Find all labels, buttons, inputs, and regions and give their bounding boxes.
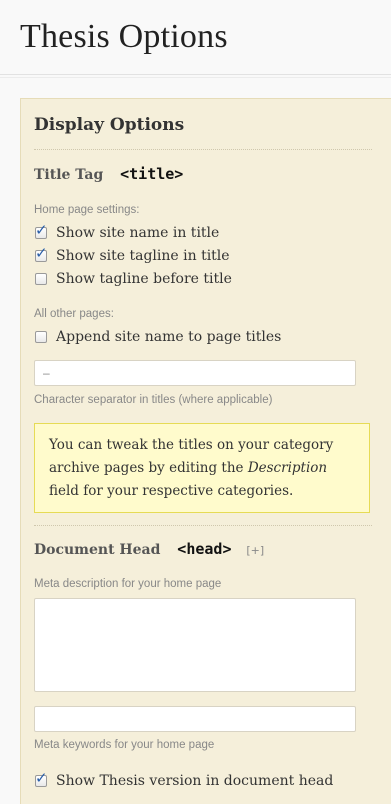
tagline-before-title-checkbox[interactable] xyxy=(35,273,47,285)
section-divider xyxy=(34,525,372,526)
append-site-name-checkbox[interactable] xyxy=(35,331,47,343)
checkmark-icon: ✓ xyxy=(35,769,48,787)
page-title: Thesis Options xyxy=(20,18,228,55)
document-head-heading: Document Head <head> [+] xyxy=(34,540,264,558)
home-page-settings-label: Home page settings: xyxy=(34,204,140,216)
panel-title-divider xyxy=(34,149,372,150)
category-titles-note: You can tweak the titles on your categor… xyxy=(34,423,370,513)
title-tag-code: <title> xyxy=(120,165,184,183)
title-separator-input[interactable]: – xyxy=(34,360,356,386)
meta-keywords-label: Meta keywords for your home page xyxy=(34,739,215,751)
checkmark-icon: ✓ xyxy=(35,244,48,262)
tagline-before-title-option[interactable]: Show tagline before title xyxy=(35,269,232,289)
checkmark-icon: ✓ xyxy=(35,221,48,239)
show-site-name-checkbox[interactable]: ✓ xyxy=(35,223,48,239)
show-site-name-option[interactable]: ✓ Show site name in title xyxy=(35,223,219,243)
title-tag-heading: Title Tag <title> xyxy=(34,165,183,183)
expand-toggle[interactable]: [+] xyxy=(246,544,264,557)
separator-caption: Character separator in titles (where app… xyxy=(34,394,273,406)
document-head-code: <head> xyxy=(177,540,232,558)
note-text-end: field for your respective categories. xyxy=(49,483,294,499)
show-site-tagline-checkbox[interactable]: ✓ xyxy=(35,246,48,262)
show-thesis-version-option[interactable]: ✓ Show Thesis version in document head xyxy=(35,771,333,791)
display-options-panel: Display Options Title Tag <title> Home p… xyxy=(20,98,391,804)
meta-keywords-input[interactable] xyxy=(34,706,356,732)
append-site-name-label: Append site name to page titles xyxy=(56,329,282,345)
title-divider-secondary xyxy=(0,77,391,78)
meta-description-label: Meta description for your home page xyxy=(34,578,222,590)
title-divider xyxy=(0,74,391,75)
show-site-tagline-label: Show site tagline in title xyxy=(56,248,230,264)
all-other-pages-label: All other pages: xyxy=(34,308,114,320)
append-site-name-option[interactable]: Append site name to page titles xyxy=(35,327,281,347)
show-thesis-version-checkbox[interactable]: ✓ xyxy=(35,771,48,787)
title-tag-label: Title Tag xyxy=(34,167,104,183)
show-site-name-label: Show site name in title xyxy=(56,225,220,241)
show-site-tagline-option[interactable]: ✓ Show site tagline in title xyxy=(35,246,230,266)
note-text-emphasis: Description xyxy=(247,460,328,476)
meta-description-textarea[interactable] xyxy=(34,598,356,692)
document-head-label: Document Head xyxy=(34,542,161,558)
tagline-before-title-label: Show tagline before title xyxy=(56,271,232,287)
show-thesis-version-label: Show Thesis version in document head xyxy=(56,773,334,789)
panel-title: Display Options xyxy=(34,115,185,135)
